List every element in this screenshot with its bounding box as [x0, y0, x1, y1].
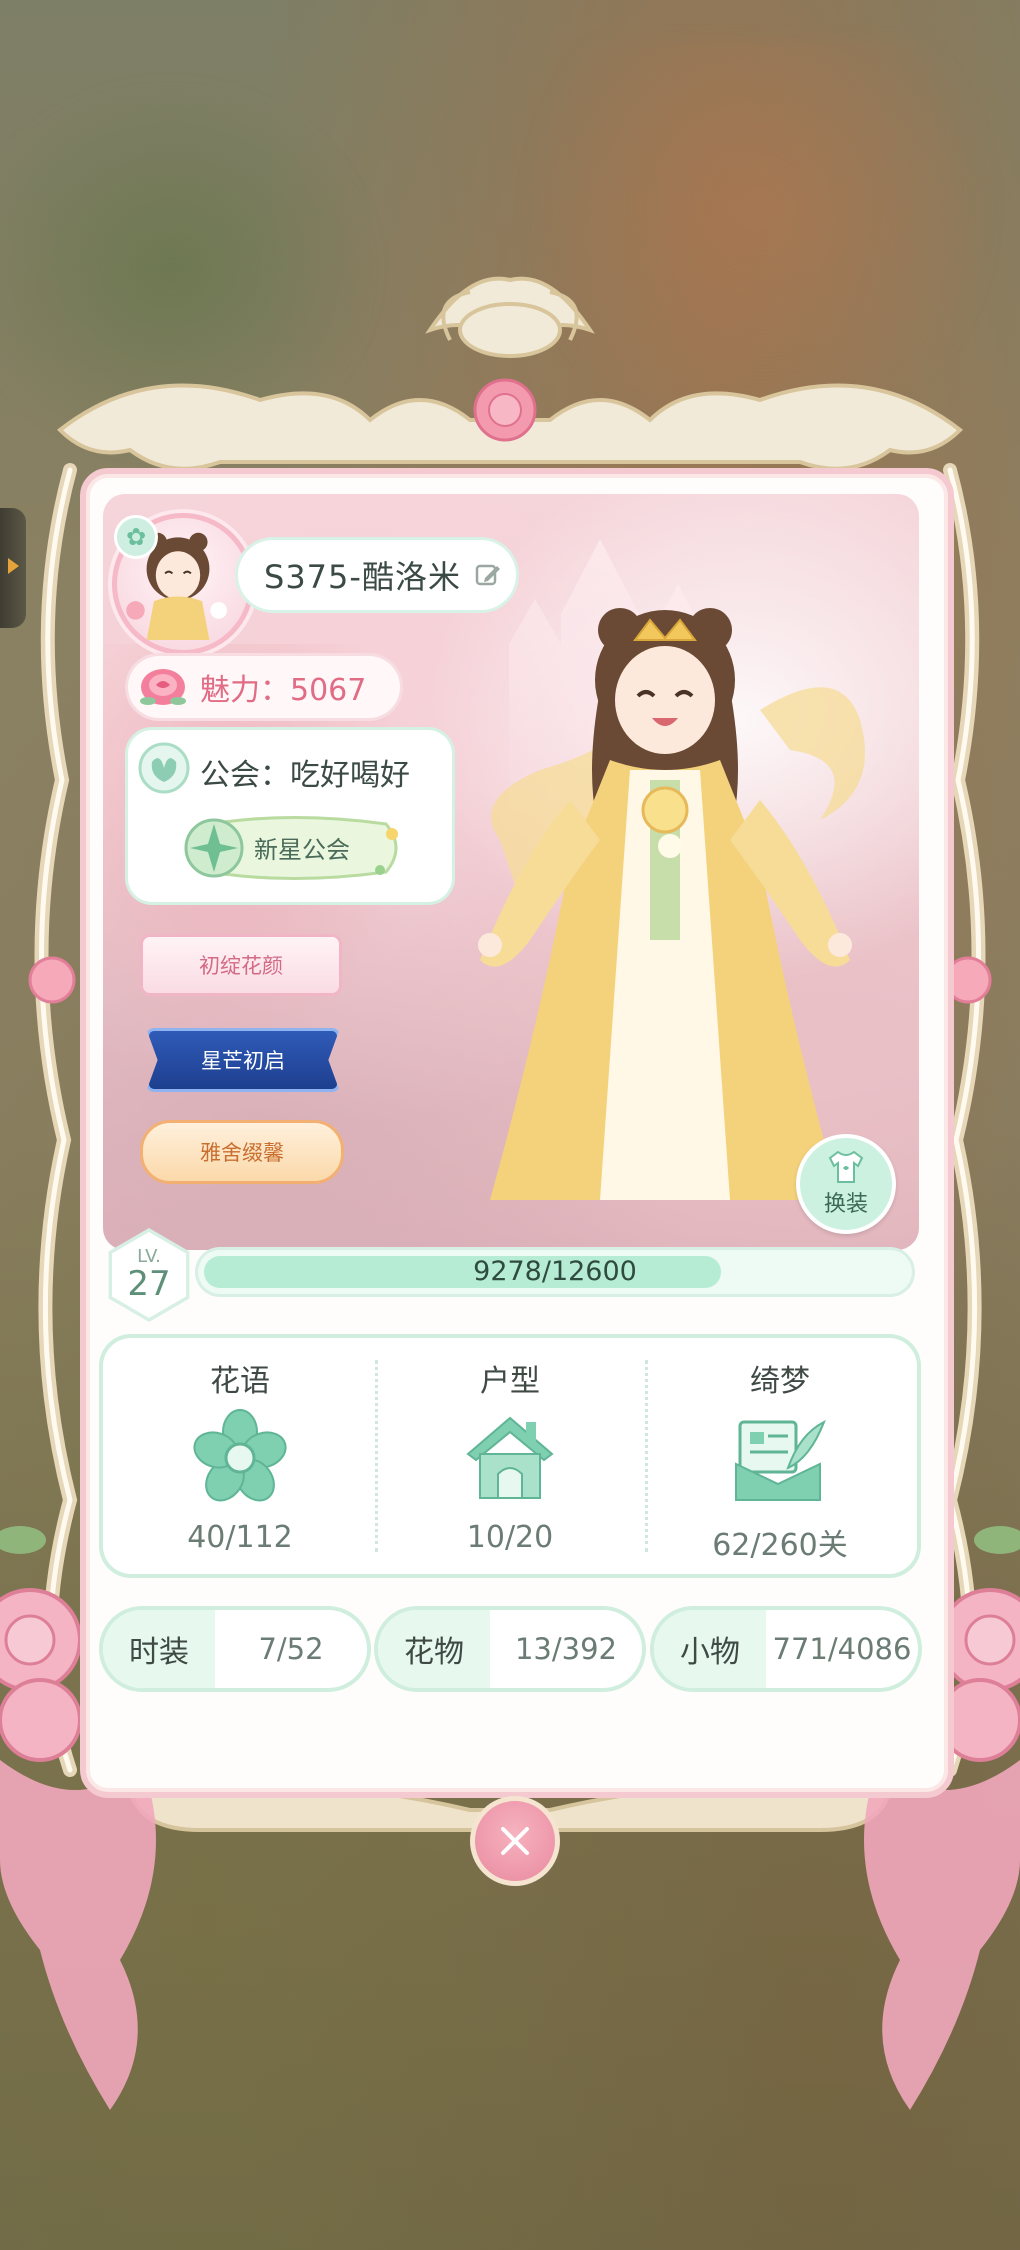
collection-label: 小物	[654, 1610, 766, 1688]
title-badge[interactable]: 星芒初启	[146, 1028, 340, 1092]
rose-icon	[140, 669, 186, 705]
change-outfit-button[interactable]: 换装	[796, 1134, 896, 1234]
collection-value: 13/392	[514, 1632, 618, 1666]
stat-house-type[interactable]: 户型 10/20	[375, 1338, 645, 1574]
gear-icon[interactable]: ✿	[114, 515, 158, 559]
title-badge[interactable]: 初绽花颜	[140, 934, 342, 996]
background-house	[520, 40, 1000, 460]
shirt-icon	[828, 1150, 864, 1183]
stat-value: 10/20	[466, 1520, 554, 1555]
stat-dream[interactable]: 绮梦 62/260关	[645, 1338, 915, 1574]
xp-progress-bar: 9278/12600	[198, 1250, 912, 1294]
title-badge[interactable]: 雅舍缀馨	[140, 1120, 344, 1184]
collection-value: 7/52	[258, 1632, 324, 1666]
collection-flowers[interactable]: 花物 13/392	[378, 1610, 642, 1688]
stat-title: 户型	[480, 1364, 540, 1399]
guild-name: 公会：吃好喝好	[200, 758, 410, 793]
collection-label: 时装	[103, 1610, 215, 1688]
level-value: 27	[127, 1264, 171, 1304]
close-button[interactable]	[470, 1796, 560, 1886]
house-icon	[466, 1416, 554, 1499]
stat-title: 花语	[210, 1364, 270, 1399]
collection-label: 花物	[378, 1610, 490, 1688]
collection-fashion[interactable]: 时装 7/52	[103, 1610, 367, 1688]
collection-small-items[interactable]: 小物 771/4086	[654, 1610, 918, 1688]
guild-panel[interactable]: 公会：吃好喝好 新星公会	[128, 730, 452, 902]
edit-icon[interactable]	[475, 562, 501, 588]
flower-icon	[193, 1409, 287, 1502]
close-icon	[501, 1827, 529, 1855]
side-drawer-tab[interactable]	[0, 508, 26, 628]
xp-progress-text: 9278/12600	[473, 1256, 637, 1287]
charm-pill: 魅力：5067	[128, 656, 400, 718]
stat-flower-language[interactable]: 花语 40/112	[105, 1338, 375, 1574]
stat-value: 62/260关	[712, 1528, 848, 1563]
guild-emblem-icon	[138, 742, 190, 794]
player-name-pill: S375-酷洛米	[238, 540, 516, 610]
quill-letter-icon	[735, 1419, 826, 1501]
stat-title: 绮梦	[750, 1364, 810, 1399]
stats-panel: 花语 40/112 户型 10/20 绮梦 62/260关	[103, 1338, 917, 1574]
arrow-right-icon	[8, 558, 19, 574]
change-outfit-label: 换装	[823, 1192, 868, 1217]
collection-value: 771/4086	[772, 1632, 912, 1666]
player-name: S375-酷洛米	[264, 558, 461, 596]
charm-value: 魅力：5067	[200, 673, 367, 708]
guild-rank-label: 新星公会	[254, 836, 350, 864]
background-tree	[0, 80, 380, 460]
stat-value: 40/112	[187, 1520, 293, 1555]
